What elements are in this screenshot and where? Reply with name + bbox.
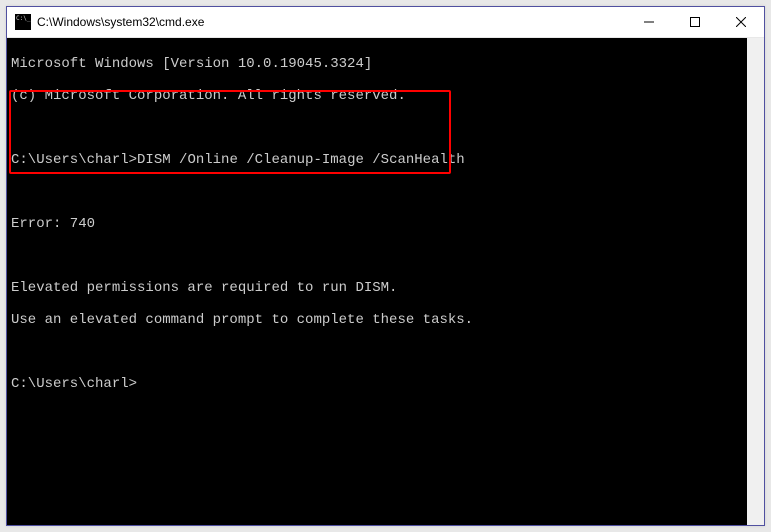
scrollbar-thumb[interactable] [747,38,764,525]
window-controls [626,7,764,37]
window-title: C:\Windows\system32\cmd.exe [37,15,626,29]
vertical-scrollbar[interactable] [747,38,764,525]
outer-frame: C:\Windows\system32\cmd.exe Microsoft Wi… [0,0,771,532]
blank-line [11,248,743,264]
console-output[interactable]: Microsoft Windows [Version 10.0.19045.33… [7,38,747,525]
blank-line [11,120,743,136]
prompt-path: C:\Users\charl> [11,152,137,168]
minimize-button[interactable] [626,7,672,37]
blank-line [11,184,743,200]
error-message-line: Use an elevated command prompt to comple… [11,312,743,328]
banner-line: Microsoft Windows [Version 10.0.19045.33… [11,56,743,72]
close-icon [736,17,746,27]
titlebar[interactable]: C:\Windows\system32\cmd.exe [7,7,764,38]
maximize-button[interactable] [672,7,718,37]
prompt-path: C:\Users\charl> [11,376,137,392]
error-code-line: Error: 740 [11,216,743,232]
banner-line: (c) Microsoft Corporation. All rights re… [11,88,743,104]
active-prompt: C:\Users\charl> [11,376,743,392]
entered-command: DISM /Online /Cleanup-Image /ScanHealth [137,152,465,168]
maximize-icon [690,17,700,27]
cmd-window: C:\Windows\system32\cmd.exe Microsoft Wi… [6,6,765,526]
console-area: Microsoft Windows [Version 10.0.19045.33… [7,38,764,525]
command-line: C:\Users\charl>DISM /Online /Cleanup-Ima… [11,152,743,168]
cmd-icon [15,14,31,30]
minimize-icon [644,17,654,27]
blank-line [11,344,743,360]
close-button[interactable] [718,7,764,37]
error-message-line: Elevated permissions are required to run… [11,280,743,296]
